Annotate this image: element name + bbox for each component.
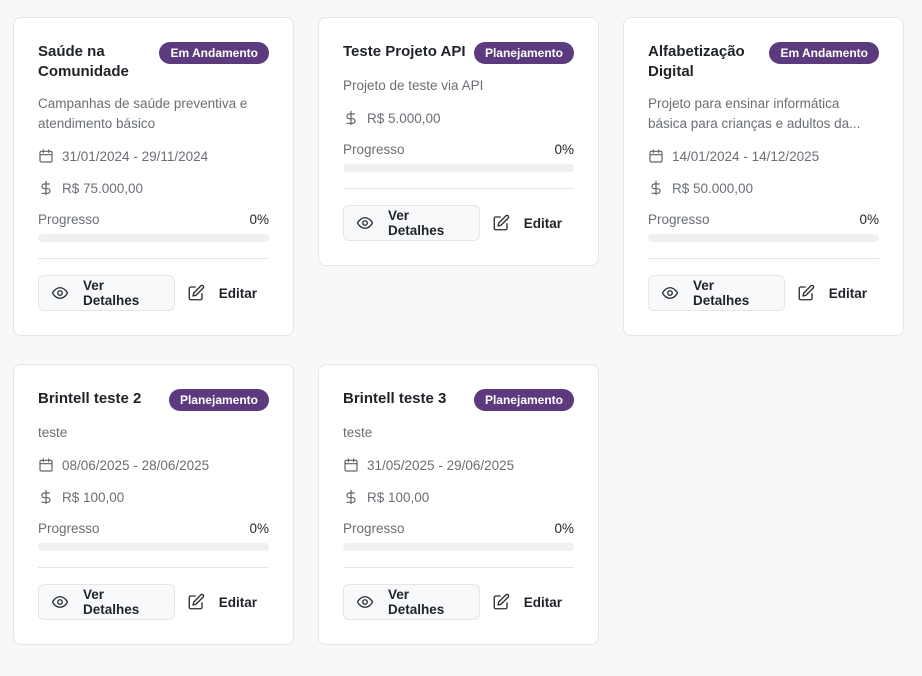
eye-icon [51, 284, 69, 302]
divider [343, 188, 574, 189]
progress-value: 0% [859, 212, 879, 227]
progress-label: Progresso [38, 521, 100, 536]
progress-value: 0% [554, 521, 574, 536]
project-card: Teste Projeto API Planejamento Projeto d… [318, 17, 599, 266]
project-description: Projeto para ensinar informática básica … [648, 96, 861, 131]
eye-icon [356, 593, 374, 611]
view-details-button[interactable]: Ver Detalhes [38, 584, 175, 620]
project-description: Projeto de teste via API [343, 78, 484, 93]
project-budget: R$ 100,00 [343, 487, 574, 507]
project-title: Brintell teste 2 [38, 390, 142, 407]
dates-text: 14/01/2024 - 14/12/2025 [672, 148, 820, 164]
edit-label: Editar [218, 285, 257, 301]
progress-bar [648, 234, 879, 242]
dollar-icon [38, 489, 54, 505]
project-dates: 14/01/2024 - 14/12/2025 [648, 146, 879, 166]
status-badge: Planejamento [473, 389, 574, 411]
project-dates: 08/06/2025 - 28/06/2025 [38, 455, 269, 475]
progress-value: 0% [554, 142, 574, 157]
progress-bar [343, 543, 574, 551]
progress-label: Progresso [648, 212, 710, 227]
progress-bar [343, 164, 574, 172]
edit-label: Editar [523, 594, 562, 610]
edit-icon [492, 214, 510, 232]
project-description: Campanhas de saúde preventiva e atendime… [38, 96, 248, 131]
divider [343, 567, 574, 568]
progress-label: Progresso [343, 521, 405, 536]
budget-text: R$ 100,00 [367, 489, 430, 505]
edit-button[interactable]: Editar [785, 275, 879, 311]
project-card: Saúde na Comunidade Em Andamento Campanh… [13, 17, 294, 336]
status-badge: Planejamento [168, 389, 269, 411]
dollar-icon [38, 180, 54, 196]
project-title: Teste Projeto API [343, 43, 466, 60]
edit-icon [187, 593, 205, 611]
divider [38, 258, 269, 259]
eye-icon [51, 593, 69, 611]
project-title: Alfabetização Digital [648, 43, 745, 80]
view-details-label: Ver Detalhes [83, 278, 140, 308]
calendar-icon [38, 457, 54, 473]
project-dates: 31/05/2025 - 29/06/2025 [343, 455, 574, 475]
edit-button[interactable]: Editar [480, 584, 574, 620]
status-badge: Planejamento [473, 42, 574, 64]
edit-label: Editar [218, 594, 257, 610]
eye-icon [661, 284, 679, 302]
edit-label: Editar [828, 285, 867, 301]
status-badge: Em Andamento [159, 42, 269, 64]
edit-icon [797, 284, 815, 302]
edit-button[interactable]: Editar [480, 205, 574, 241]
project-budget: R$ 50.000,00 [648, 178, 879, 198]
project-card: Brintell teste 2 Planejamento teste 08/0… [13, 364, 294, 645]
project-title: Brintell teste 3 [343, 390, 447, 407]
project-budget: R$ 75.000,00 [38, 178, 269, 198]
project-card: Brintell teste 3 Planejamento teste 31/0… [318, 364, 599, 645]
dates-text: 31/05/2025 - 29/06/2025 [367, 457, 515, 473]
divider [648, 258, 879, 259]
divider [38, 567, 269, 568]
budget-text: R$ 75.000,00 [62, 180, 144, 196]
project-dates: 31/01/2024 - 29/11/2024 [38, 146, 269, 166]
view-details-label: Ver Detalhes [83, 587, 140, 617]
budget-text: R$ 50.000,00 [672, 180, 754, 196]
progress-value: 0% [249, 521, 269, 536]
edit-label: Editar [523, 215, 562, 231]
dollar-icon [648, 180, 664, 196]
project-title: Saúde na Comunidade [38, 43, 129, 80]
dates-text: 08/06/2025 - 28/06/2025 [62, 457, 210, 473]
view-details-label: Ver Detalhes [388, 208, 445, 238]
progress-bar [38, 543, 269, 551]
progress-label: Progresso [38, 212, 100, 227]
progress-label: Progresso [343, 142, 405, 157]
eye-icon [356, 214, 374, 232]
edit-icon [492, 593, 510, 611]
project-description: teste [38, 425, 68, 440]
budget-text: R$ 5.000,00 [367, 110, 441, 126]
dates-text: 31/01/2024 - 29/11/2024 [62, 148, 209, 164]
edit-icon [187, 284, 205, 302]
project-card: Alfabetização Digital Em Andamento Proje… [623, 17, 904, 336]
dollar-icon [343, 110, 359, 126]
progress-value: 0% [249, 212, 269, 227]
calendar-icon [343, 457, 359, 473]
edit-button[interactable]: Editar [175, 275, 269, 311]
budget-text: R$ 100,00 [62, 489, 125, 505]
view-details-label: Ver Detalhes [693, 278, 750, 308]
status-badge: Em Andamento [769, 42, 879, 64]
view-details-button[interactable]: Ver Detalhes [343, 205, 480, 241]
calendar-icon [648, 148, 664, 164]
project-budget: R$ 5.000,00 [343, 108, 574, 128]
project-description: teste [343, 425, 373, 440]
view-details-button[interactable]: Ver Detalhes [648, 275, 785, 311]
calendar-icon [38, 148, 54, 164]
project-budget: R$ 100,00 [38, 487, 269, 507]
dollar-icon [343, 489, 359, 505]
view-details-button[interactable]: Ver Detalhes [343, 584, 480, 620]
view-details-label: Ver Detalhes [388, 587, 445, 617]
progress-bar [38, 234, 269, 242]
view-details-button[interactable]: Ver Detalhes [38, 275, 175, 311]
edit-button[interactable]: Editar [175, 584, 269, 620]
